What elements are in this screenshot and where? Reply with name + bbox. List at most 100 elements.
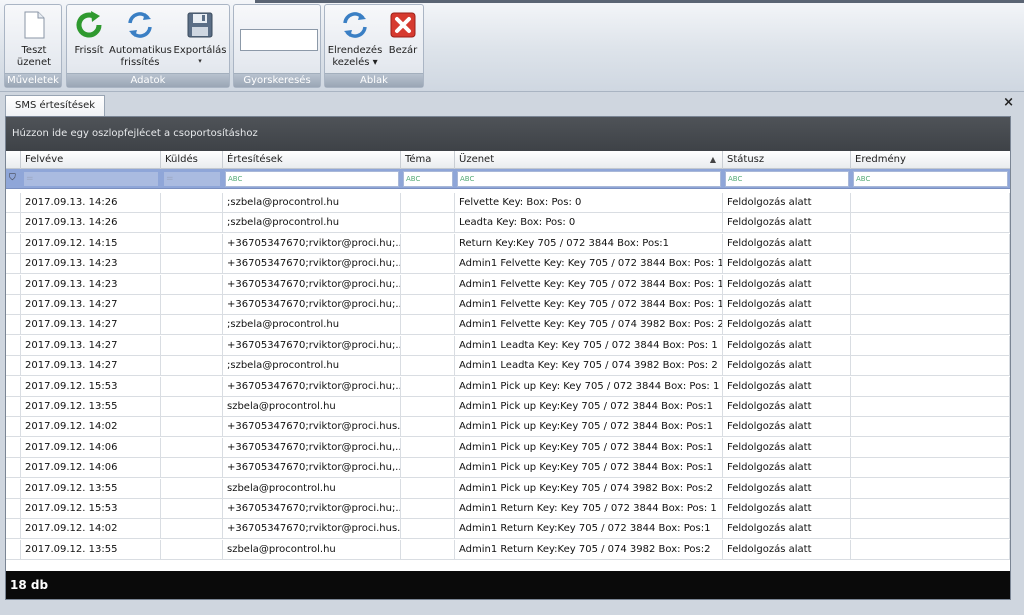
cell-uzenet: Admin1 Felvette Key: Key 705 / 072 3844 … xyxy=(455,274,723,295)
cell-uzenet: Admin1 Felvette Key: Key 705 / 072 3844 … xyxy=(455,254,723,275)
cell-uzenet: Admin1 Pick up Key:Key 705 / 072 3844 Bo… xyxy=(455,458,723,479)
header-statusz[interactable]: Státusz xyxy=(723,151,851,169)
filter-icon[interactable]: ⛉ xyxy=(9,173,16,183)
row-indicator xyxy=(6,478,21,499)
cell-eredmeny xyxy=(851,519,1010,540)
cell-eredmeny xyxy=(851,539,1010,560)
table-row[interactable]: 2017.09.13. 14:26 ;szbela@procontrol.hu Le… xyxy=(6,213,1010,234)
cell-tema xyxy=(401,233,455,254)
filter-eredmeny[interactable]: ABC xyxy=(853,171,1008,187)
table-row[interactable]: 2017.09.13. 14:27 ;szbela@procontrol.hu Ad… xyxy=(6,315,1010,336)
cell-uzenet: Admin1 Felvette Key: Key 705 / 072 3844 … xyxy=(455,295,723,315)
cell-ertesitesek: +36705347670;rviktor@proci.hu;... xyxy=(223,295,401,315)
cell-statusz: Feldolgozás alatt xyxy=(723,499,851,519)
cell-eredmeny xyxy=(851,417,1010,438)
row-indicator xyxy=(6,315,21,336)
cell-uzenet: Leadta Key: Box: Pos: 0 xyxy=(455,213,723,234)
cell-ertesitesek: ;szbela@procontrol.hu xyxy=(223,193,401,213)
table-row[interactable]: 2017.09.13. 14:26 ;szbela@procontrol.hu Fe… xyxy=(6,193,1010,213)
filter-statusz[interactable]: ABC xyxy=(725,171,849,187)
group-by-panel[interactable]: Húzzon ide egy oszlopfejlécet a csoporto… xyxy=(6,117,1010,151)
table-row[interactable]: 2017.09.12. 14:06 +36705347670;rviktor@pr… xyxy=(6,458,1010,479)
refresh-button[interactable]: Frissít xyxy=(69,9,109,57)
table-row[interactable]: 2017.09.13. 14:27 +36705347670;rviktor@pr… xyxy=(6,295,1010,315)
table-row[interactable]: 2017.09.13. 14:23 +36705347670;rviktor@pr… xyxy=(6,274,1010,295)
auto-refresh-icon xyxy=(128,12,152,38)
header-felveve[interactable]: Felvéve xyxy=(21,151,161,169)
cell-tema xyxy=(401,397,455,417)
export-button[interactable]: Exportálás ▾ xyxy=(171,9,229,65)
refresh-icon xyxy=(76,11,102,38)
cell-tema xyxy=(401,193,455,213)
quick-search-input[interactable] xyxy=(240,29,318,51)
table-row[interactable]: 2017.09.12. 13:55 szbela@procontrol.hu Adm… xyxy=(6,478,1010,499)
row-indicator xyxy=(6,499,21,519)
table-row[interactable]: 2017.09.13. 14:27 +36705347670;rviktor@pr… xyxy=(6,335,1010,356)
header-uzenet[interactable]: Üzenet ▲ xyxy=(455,151,723,169)
test-message-label-1: Teszt xyxy=(21,45,47,56)
table-row[interactable]: 2017.09.13. 14:27 ;szbela@procontrol.hu Ad… xyxy=(6,356,1010,377)
table-row[interactable]: 2017.09.12. 13:55 szbela@procontrol.hu Adm… xyxy=(6,539,1010,560)
filter-ertesitesek[interactable]: ABC xyxy=(225,171,399,187)
cell-ertesitesek: +36705347670;rviktor@proci.hu;... xyxy=(223,233,401,254)
header-kuldes[interactable]: Küldés xyxy=(161,151,223,169)
filter-kuldes[interactable]: = xyxy=(163,171,221,187)
cell-uzenet: Admin1 Return Key:Key 705 / 074 3982 Box… xyxy=(455,539,723,560)
auto-refresh-label-1: Automatikus xyxy=(109,45,172,56)
export-label: Exportálás xyxy=(173,45,227,56)
cell-ertesitesek: szbela@procontrol.hu xyxy=(223,539,401,560)
sms-grid: Húzzon ide egy oszlopfejlécet a csoporto… xyxy=(5,116,1011,600)
record-count-footer: 18 db xyxy=(6,571,1010,599)
cell-kuldes xyxy=(161,213,223,234)
ribbon-group-gyorskereses: Gyorskeresés xyxy=(233,4,321,88)
table-row[interactable]: 2017.09.12. 14:06 +36705347670;rviktor@pr… xyxy=(6,437,1010,458)
table-row[interactable]: 2017.09.12. 15:53 +36705347670;rviktor@pr… xyxy=(6,376,1010,397)
cell-felveve: 2017.09.12. 15:53 xyxy=(21,376,161,397)
table-row[interactable]: 2017.09.12. 14:02 +36705347670;rviktor@pr… xyxy=(6,519,1010,540)
table-row[interactable]: 2017.09.12. 13:55 szbela@procontrol.hu Adm… xyxy=(6,397,1010,417)
cell-ertesitesek: +36705347670;rviktor@proci.hu;... xyxy=(223,335,401,356)
ribbon-group-muveletek: Teszt üzenet Műveletek xyxy=(4,4,62,88)
close-window-button[interactable]: Bezár xyxy=(385,9,421,57)
cell-statusz: Feldolgozás alatt xyxy=(723,254,851,275)
layout-icon xyxy=(343,12,367,38)
cell-statusz: Feldolgozás alatt xyxy=(723,519,851,540)
cell-kuldes xyxy=(161,458,223,479)
cell-uzenet: Admin1 Leadta Key: Key 705 / 074 3982 Bo… xyxy=(455,356,723,377)
cell-uzenet: Felvette Key: Box: Pos: 0 xyxy=(455,193,723,213)
cell-kuldes xyxy=(161,233,223,254)
layout-manage-button[interactable]: Elrendezés kezelés ▾ xyxy=(327,9,383,69)
row-indicator xyxy=(6,193,21,213)
header-eredmeny[interactable]: Eredmény xyxy=(851,151,1010,169)
cell-tema xyxy=(401,458,455,479)
table-row[interactable]: 2017.09.12. 14:02 +36705347670;rviktor@pr… xyxy=(6,417,1010,438)
filter-uzenet[interactable]: ABC xyxy=(457,171,721,187)
cell-ertesitesek: +36705347670;rviktor@proci.hu,... xyxy=(223,437,401,458)
header-indicator-cell xyxy=(6,151,21,169)
tab-sms-ertesitesek[interactable]: SMS értesítések xyxy=(5,95,106,116)
tab-close-icon[interactable]: × xyxy=(1003,95,1014,110)
test-message-button[interactable]: Teszt üzenet xyxy=(9,9,59,69)
cell-felveve: 2017.09.12. 14:06 xyxy=(21,458,161,479)
ribbon-group-ablak: Elrendezés kezelés ▾ Bezár Ablak xyxy=(324,4,424,88)
ribbon-topline xyxy=(255,0,1024,3)
filter-tema[interactable]: ABC xyxy=(403,171,453,187)
cell-tema xyxy=(401,254,455,275)
header-tema[interactable]: Téma xyxy=(401,151,455,169)
cell-statusz: Feldolgozás alatt xyxy=(723,478,851,499)
table-row[interactable]: 2017.09.12. 14:15 +36705347670;rviktor@pr… xyxy=(6,233,1010,254)
cell-ertesitesek: szbela@procontrol.hu xyxy=(223,397,401,417)
cell-felveve: 2017.09.13. 14:27 xyxy=(21,295,161,315)
close-red-icon xyxy=(390,12,416,38)
cell-kuldes xyxy=(161,478,223,499)
cell-tema xyxy=(401,376,455,397)
auto-refresh-label-2: frissítés xyxy=(120,57,160,68)
table-row[interactable]: 2017.09.13. 14:23 +36705347670;rviktor@pr… xyxy=(6,254,1010,275)
header-ertesitesek[interactable]: Értesítések xyxy=(223,151,401,169)
filter-felveve[interactable]: = xyxy=(23,171,159,187)
cell-eredmeny xyxy=(851,233,1010,254)
cell-ertesitesek: ;szbela@procontrol.hu xyxy=(223,213,401,234)
auto-refresh-button[interactable]: Automatikus frissítés xyxy=(109,9,172,69)
table-row[interactable]: 2017.09.12. 15:53 +36705347670;rviktor@pr… xyxy=(6,499,1010,519)
cell-statusz: Feldolgozás alatt xyxy=(723,213,851,234)
